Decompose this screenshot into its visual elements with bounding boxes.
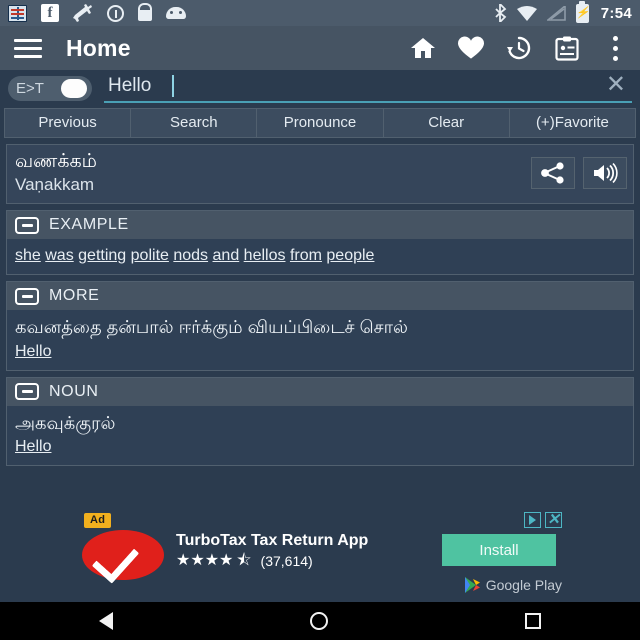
section-header-more[interactable]: MORE [7, 282, 633, 311]
toggle-thumb[interactable] [61, 78, 87, 98]
google-play-badge: Google Play [464, 576, 562, 594]
status-bar-clock: 7:54 [600, 4, 632, 22]
example-word[interactable]: hellos [244, 247, 286, 264]
speaker-icon[interactable] [583, 157, 627, 190]
ad-app-logo [82, 530, 164, 580]
section-header-noun[interactable]: NOUN [7, 377, 633, 406]
recents-nav-button[interactable] [525, 613, 542, 629]
ad-half-star: ⯪ [236, 552, 252, 569]
search-bar: E>T ✕ [0, 70, 640, 106]
example-word[interactable]: she [15, 247, 41, 264]
hamburger-menu-icon[interactable] [12, 36, 44, 60]
bluetooth-icon [494, 4, 507, 22]
result-card-actions [531, 157, 627, 190]
ad-rating: ★★★★ ⯪ (37,614) [176, 552, 313, 570]
app-screen: f 7:54 Home [0, 0, 640, 640]
pronounce-button[interactable]: Pronounce [257, 108, 384, 138]
adchoices-icon[interactable] [524, 512, 541, 528]
example-word[interactable]: people [326, 247, 374, 264]
result-text: வணக்கம் Vaṇakkam [15, 151, 531, 195]
google-play-label: Google Play [485, 577, 562, 593]
translation-direction-label: E>T [16, 79, 44, 97]
collapse-minus-icon[interactable] [15, 383, 39, 401]
ad-rating-count: (37,614) [260, 553, 313, 569]
example-word[interactable]: nods [173, 247, 208, 264]
example-word[interactable]: and [213, 247, 240, 264]
action-button-row: Previous Search Pronounce Clear (+)Favor… [4, 108, 637, 138]
back-nav-button[interactable] [98, 612, 113, 630]
home-icon[interactable] [410, 35, 436, 61]
section-body-more: கவனத்தை தன்பால் ஈர்க்கும் வியப்பிடைச் சொ… [7, 310, 633, 370]
definition-native: அகவுக்குரல் [15, 412, 116, 433]
section-title: NOUN [49, 382, 99, 400]
page-title: Home [66, 34, 131, 61]
search-button[interactable]: Search [131, 108, 258, 138]
definition-native: கவனத்தை தன்பால் ஈர்க்கும் வியப்பிடைச் சொ… [15, 317, 408, 338]
app-bar: Home [0, 26, 640, 70]
section-body-noun: அகவுக்குரல் Hello [7, 405, 633, 466]
facebook-icon: f [41, 4, 59, 22]
add-favorite-button[interactable]: (+)Favorite [509, 108, 637, 138]
section-header-example[interactable]: EXAMPLE [7, 211, 633, 240]
favorites-heart-icon[interactable] [458, 35, 484, 61]
section-body-example: she was getting polite nods and hellos f… [7, 239, 633, 275]
ad-title: TurboTax Tax Return App [176, 532, 369, 549]
close-ad-icon[interactable]: ✕ [545, 512, 562, 528]
translation-direction-toggle[interactable]: E>T [8, 75, 92, 101]
definition-link[interactable]: Hello [15, 340, 51, 363]
example-word[interactable]: polite [131, 247, 169, 264]
lock-icon [138, 6, 152, 21]
result-card: வணக்கம் Vaṇakkam [6, 144, 634, 205]
section-more: MORE கவனத்தை தன்பால் ஈர்க்கும் வியப்பிடை… [6, 281, 634, 371]
clear-search-icon[interactable]: ✕ [606, 73, 626, 97]
example-word[interactable]: getting [78, 247, 126, 264]
overflow-menu-icon[interactable] [602, 35, 628, 61]
airplane-fm-icon [73, 4, 93, 22]
ad-badge: Ad [84, 513, 112, 528]
previous-button[interactable]: Previous [4, 108, 132, 138]
ad-stars: ★★★★ [176, 552, 234, 569]
status-bar-notification-icons: f [8, 4, 494, 22]
definition-link[interactable]: Hello [15, 435, 51, 458]
example-sentence: she was getting polite nods and hellos f… [15, 244, 625, 267]
collapse-minus-icon[interactable] [15, 216, 39, 234]
section-title: MORE [49, 287, 100, 305]
google-play-icon [464, 577, 480, 593]
android-robot-icon [166, 7, 186, 19]
example-word[interactable]: from [290, 247, 322, 264]
example-word[interactable]: was [45, 247, 73, 264]
install-button[interactable]: Install [442, 534, 556, 566]
status-bar-system-icons: 7:54 [494, 3, 632, 23]
result-word-native: வணக்கம் [15, 151, 97, 172]
dictionary-app-icon [8, 4, 27, 22]
battery-charging-icon [575, 3, 589, 23]
search-field-wrapper: ✕ [104, 71, 632, 105]
clear-button[interactable]: Clear [383, 108, 510, 138]
app-bar-actions [410, 35, 628, 61]
result-transliteration: Vaṇakkam [15, 174, 95, 194]
section-title: EXAMPLE [49, 216, 129, 234]
history-icon[interactable] [506, 35, 532, 61]
android-nav-bar [0, 602, 640, 640]
signal-icon [546, 5, 566, 21]
ad-banner[interactable]: Ad TurboTax Tax Return App ★★★★ ⯪ (37,61… [0, 504, 640, 602]
share-icon[interactable] [531, 157, 575, 190]
wifi-icon [516, 5, 537, 21]
section-example: EXAMPLE she was getting polite nods and … [6, 210, 634, 276]
search-input[interactable] [104, 73, 632, 103]
ad-choices-controls: ✕ [524, 512, 562, 528]
section-noun: NOUN அகவுக்குரல் Hello [6, 376, 634, 467]
quiz-clipboard-icon[interactable] [554, 35, 580, 61]
collapse-minus-icon[interactable] [15, 287, 39, 305]
info-circle-icon [107, 4, 124, 22]
text-caret [172, 75, 174, 97]
home-nav-button[interactable] [309, 612, 328, 630]
status-bar: f 7:54 [0, 0, 640, 26]
